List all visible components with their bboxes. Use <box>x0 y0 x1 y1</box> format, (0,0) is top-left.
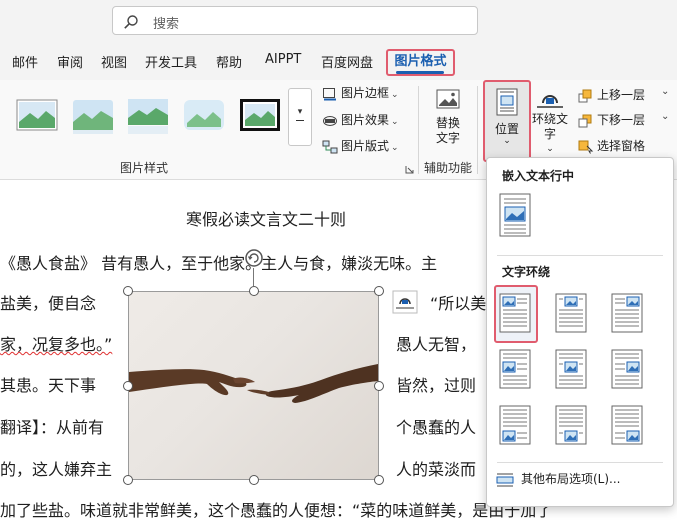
search-box[interactable]: 搜索 <box>112 6 478 35</box>
wrap-text-icon <box>537 95 563 108</box>
picture-layout-label: 图片版式 <box>341 139 390 153</box>
picture-effects-button[interactable]: 图片效果 ⌄ <box>322 111 399 128</box>
send-backward-button[interactable]: 下移一层 <box>578 111 645 128</box>
body-line-right: 皆然，过则 <box>396 376 477 395</box>
resize-handle-top[interactable] <box>249 286 259 296</box>
wrap-text-label: 环绕文字 <box>531 112 568 141</box>
selection-pane-label: 选择窗格 <box>597 139 646 153</box>
menu-divider <box>497 462 663 463</box>
position-inline-icon[interactable] <box>499 193 531 237</box>
tab-review[interactable]: 审阅 <box>57 52 83 71</box>
more-layout-options-label: 其他布局选项(L)... <box>521 472 621 486</box>
body-line-right: 愚人无智， <box>396 335 477 354</box>
picture-style-blurred[interactable] <box>181 96 227 136</box>
tab-help[interactable]: 帮助 <box>216 52 242 71</box>
wrap-middle-center-icon[interactable] <box>555 349 587 389</box>
picture-border-label: 图片边框 <box>341 86 390 100</box>
group-divider <box>477 86 478 174</box>
search-placeholder: 搜索 <box>153 17 180 32</box>
wrap-text-button[interactable]: 环绕文字 ⌄ <box>530 88 570 157</box>
selection-pane-icon <box>578 140 594 154</box>
position-icon <box>496 88 518 116</box>
resize-handle-top-left[interactable] <box>123 286 133 296</box>
picture-layout-icon <box>322 140 338 153</box>
more-layout-options-item[interactable]: 其他布局选项(L)... <box>495 470 621 488</box>
tab-aippt[interactable]: AIPPT <box>265 52 301 67</box>
resize-handle-top-right[interactable] <box>374 286 384 296</box>
rotate-handle-icon[interactable] <box>244 248 264 268</box>
picture-effects-icon <box>323 115 337 126</box>
picture-style-simple-frame[interactable] <box>14 96 60 136</box>
selected-picture[interactable] <box>128 291 379 480</box>
body-line: 盐美，便自念 <box>0 294 97 313</box>
body-line: 其患。天下事 <box>0 376 97 395</box>
resize-handle-left[interactable] <box>123 381 133 391</box>
wrap-bottom-left-icon[interactable] <box>499 405 531 445</box>
layout-options-icon[interactable] <box>392 290 418 314</box>
wrap-top-center-icon[interactable] <box>555 293 587 333</box>
resize-handle-bottom[interactable] <box>249 475 259 485</box>
menu-divider <box>497 255 663 256</box>
wrap-middle-left-icon[interactable] <box>499 349 531 389</box>
selection-pane-button[interactable]: 选择窗格 <box>578 137 645 154</box>
document-title: 寒假必读文言文二十则 <box>186 210 347 229</box>
alt-text-icon <box>436 89 460 109</box>
alt-text-button[interactable]: 替换文字 <box>428 88 468 146</box>
body-line-text: 家，况复多也。” <box>0 335 113 354</box>
alt-text-label: 替换文字 <box>435 116 460 145</box>
send-backward-label: 下移一层 <box>597 113 646 127</box>
hands-reaching-image <box>129 364 378 403</box>
tab-mail[interactable]: 邮件 <box>12 52 38 71</box>
picture-styles-group-label: 图片样式 <box>120 161 169 175</box>
bring-forward-label: 上移一层 <box>597 88 646 102</box>
picture-layout-button[interactable]: 图片版式 ⌄ <box>322 137 399 154</box>
chevron-down-icon: ▾ <box>297 107 303 117</box>
body-line: 的，这人嫌弃主 <box>0 460 113 479</box>
chevron-down-icon[interactable]: ⌄ <box>661 86 669 97</box>
picture-style-black-frame[interactable] <box>237 96 283 136</box>
body-line: 《愚人食盐》 昔有愚人，至于他家。主人与食，嫌淡无味。主 <box>0 254 438 273</box>
resize-handle-right[interactable] <box>374 381 384 391</box>
active-tab-indicator <box>396 71 444 74</box>
wrap-top-left-icon[interactable] <box>499 293 531 333</box>
body-line-right: “所以美 <box>430 294 487 313</box>
dialog-launcher-icon[interactable] <box>405 165 414 174</box>
position-label: 位置 <box>494 122 519 136</box>
wrap-middle-right-icon[interactable] <box>611 349 643 389</box>
tab-view[interactable]: 视图 <box>101 52 127 71</box>
chevron-down-icon[interactable]: ⌄ <box>661 111 669 122</box>
chevron-down-icon: ⌄ <box>503 136 511 146</box>
group-divider <box>418 86 419 174</box>
rotate-handle-stem <box>253 268 254 286</box>
tab-developer[interactable]: 开发工具 <box>145 52 197 71</box>
inline-heading: 嵌入文本行中 <box>502 169 575 183</box>
position-button[interactable]: 位置 ⌄ <box>483 80 531 162</box>
wrap-top-right-icon[interactable] <box>611 293 643 333</box>
body-line: 家，况复多也。” <box>0 331 112 355</box>
picture-border-icon <box>323 87 336 100</box>
body-line: 翻译】：从前有 <box>0 418 105 437</box>
picture-effects-label: 图片效果 <box>341 113 390 127</box>
send-backward-icon <box>578 114 592 127</box>
bring-forward-button[interactable]: 上移一层 <box>578 86 645 103</box>
search-icon <box>124 15 138 29</box>
body-line-right: 人的菜淡而 <box>396 460 477 479</box>
wrap-bottom-right-icon[interactable] <box>611 405 643 445</box>
bring-forward-icon <box>578 89 592 102</box>
resize-handle-bottom-left[interactable] <box>123 475 133 485</box>
accessibility-group-label: 辅助功能 <box>424 161 473 175</box>
chevron-down-icon: ⌄ <box>546 144 554 154</box>
body-line-right: 个愚蠢的人 <box>396 418 477 437</box>
body-line: 加了些盐。味道就非常鲜美，这个愚蠢的人便想：“菜的味道鲜美，是由于加了 <box>0 501 553 520</box>
resize-handle-bottom-right[interactable] <box>374 475 384 485</box>
picture-style-soft-edge[interactable] <box>70 96 116 136</box>
picture-style-reflected[interactable] <box>125 96 171 136</box>
tab-baidu-netdisk[interactable]: 百度网盘 <box>321 52 373 71</box>
wrap-bottom-center-icon[interactable] <box>555 405 587 445</box>
wrap-heading: 文字环绕 <box>502 265 551 279</box>
picture-border-button[interactable]: 图片边框 ⌄ <box>322 84 399 101</box>
layout-options-icon <box>496 473 514 486</box>
gallery-more-button[interactable]: ▾ <box>288 88 312 146</box>
